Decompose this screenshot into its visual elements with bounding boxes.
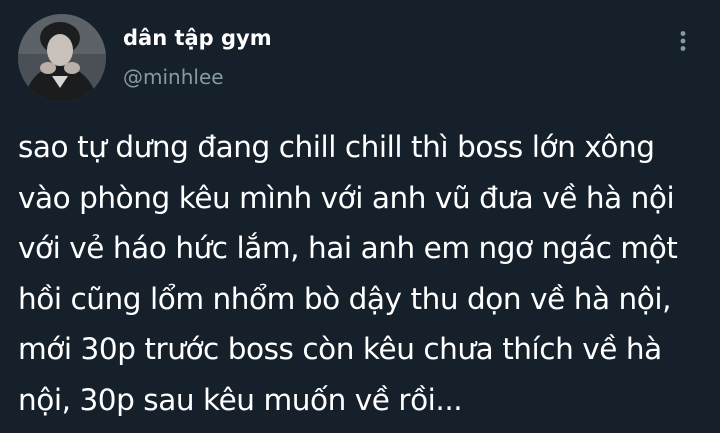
tweet-text-line: sao tự dưng đang chill chill thì boss lớ… xyxy=(18,130,655,164)
user-handle[interactable]: @minhlee xyxy=(123,63,272,91)
tweet-text-line: nội, 30p sau kêu muốn về rồi... xyxy=(18,382,463,417)
tweet-text: sao tự dưng đang chill chill thì boss lớ… xyxy=(18,122,710,425)
more-vertical-icon xyxy=(680,31,686,51)
tweet-text-line: mới 30p trước boss còn kêu chưa thích về… xyxy=(18,332,662,366)
tweet: dân tập gym @minhlee sao tự dưng đang ch… xyxy=(0,0,720,433)
more-options-button[interactable] xyxy=(668,26,698,56)
tweet-text-line: vào phòng kêu mình với anh vũ đưa về hà … xyxy=(18,180,675,215)
tweet-author: dân tập gym @minhlee xyxy=(123,24,272,91)
avatar[interactable] xyxy=(18,14,106,102)
tweet-text-line: với vẻ háo hức lắm, hai anh em ngơ ngác … xyxy=(18,231,678,265)
avatar-photo xyxy=(18,14,106,102)
display-name[interactable]: dân tập gym xyxy=(123,24,272,52)
tweet-text-line: hồi cũng lổm nhổm bò dậy thu dọn về hà n… xyxy=(18,281,672,316)
